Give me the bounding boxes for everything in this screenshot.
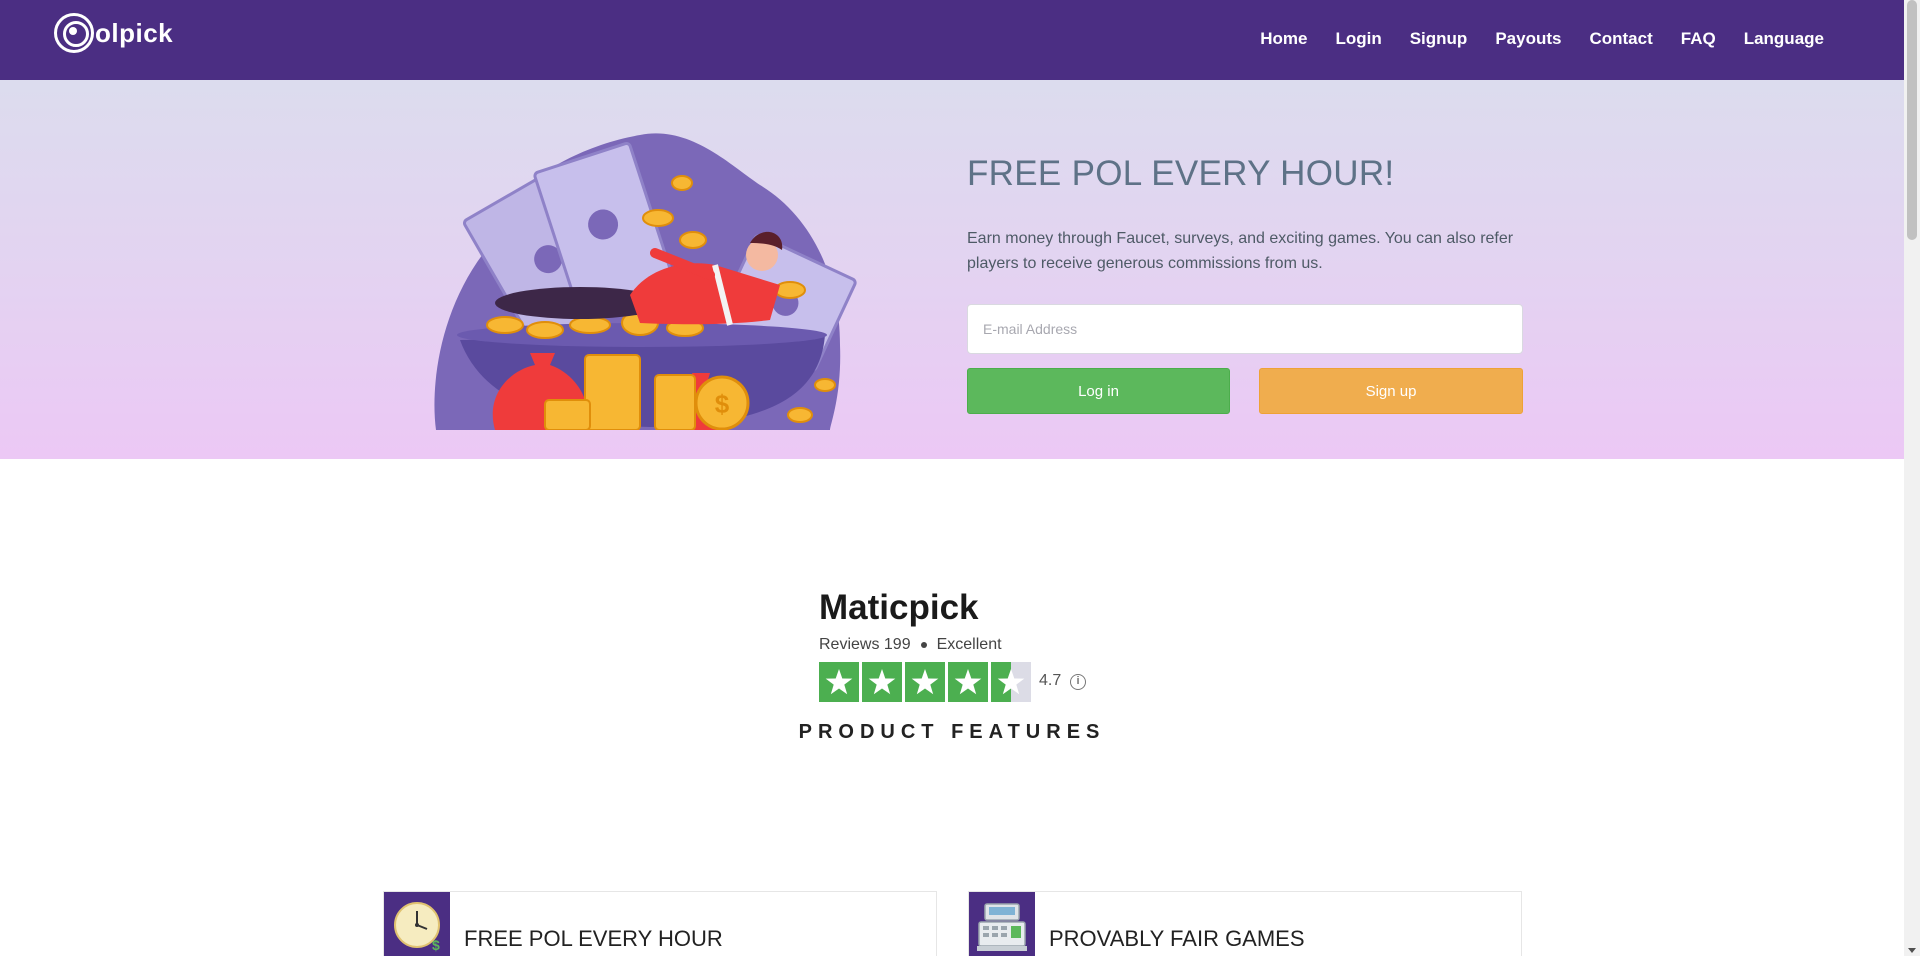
man-relaxing-on-money-illustration: $ [434, 133, 857, 430]
nav-link-faq[interactable]: FAQ [1681, 29, 1716, 49]
cash-register-icon [969, 892, 1035, 956]
review-summary: Reviews 199 Excellent [819, 636, 1002, 654]
scroll-down-arrow-icon[interactable] [1908, 948, 1916, 953]
rating-value: 4.7 [1039, 672, 1062, 689]
separator-dot-icon [920, 641, 927, 648]
review-count: Reviews 199 [819, 636, 911, 653]
nav-link-payouts[interactable]: Payouts [1495, 29, 1561, 49]
email-input[interactable] [967, 304, 1523, 354]
nav-link-language[interactable]: Language [1744, 29, 1824, 49]
info-icon[interactable]: i [1070, 674, 1086, 690]
brand-logo[interactable]: olpick [54, 12, 173, 54]
hero-title: FREE POL EVERY HOUR! [967, 154, 1395, 193]
feature-card-title: PROVABLY FAIR GAMES [1049, 926, 1305, 951]
svg-text:$: $ [432, 937, 440, 953]
svg-text:$: $ [715, 389, 730, 419]
star-icon [905, 662, 945, 702]
top-navbar: olpick Home Login Signup Payouts Contact… [0, 0, 1904, 80]
nav-link-signup[interactable]: Signup [1410, 29, 1468, 49]
review-brand-name: Maticpick [819, 588, 979, 627]
main-nav: Home Login Signup Payouts Contact FAQ La… [1260, 0, 1824, 78]
star-icon [819, 662, 859, 702]
hero-description: Earn money through Faucet, surveys, and … [967, 230, 1514, 272]
feature-card-title: FREE POL EVERY HOUR [464, 926, 723, 951]
nav-link-contact[interactable]: Contact [1589, 29, 1652, 49]
review-verdict: Excellent [936, 636, 1002, 653]
star-icon [991, 662, 1031, 702]
star-icon [948, 662, 988, 702]
login-button[interactable]: Log in [967, 368, 1230, 414]
polpick-logo-icon [54, 13, 94, 53]
product-features-heading: PRODUCT FEATURES [798, 721, 1106, 743]
clock-icon: $ [384, 892, 450, 956]
signup-button[interactable]: Sign up [1259, 368, 1523, 414]
brand-logo-text: olpick [95, 17, 174, 48]
scrollbar-thumb[interactable] [1907, 0, 1917, 240]
nav-link-login[interactable]: Login [1335, 29, 1381, 49]
hero-section: $ FREE POL EVERY HOUR! Earn money throug… [0, 80, 1904, 459]
nav-link-home[interactable]: Home [1260, 29, 1307, 49]
feature-card-free-pol: $ FREE POL EVERY HOUR [383, 891, 937, 956]
feature-card-provably-fair: PROVABLY FAIR GAMES [968, 891, 1522, 956]
star-rating [819, 662, 1034, 702]
star-icon [862, 662, 902, 702]
page-scrollbar[interactable] [1904, 0, 1920, 956]
